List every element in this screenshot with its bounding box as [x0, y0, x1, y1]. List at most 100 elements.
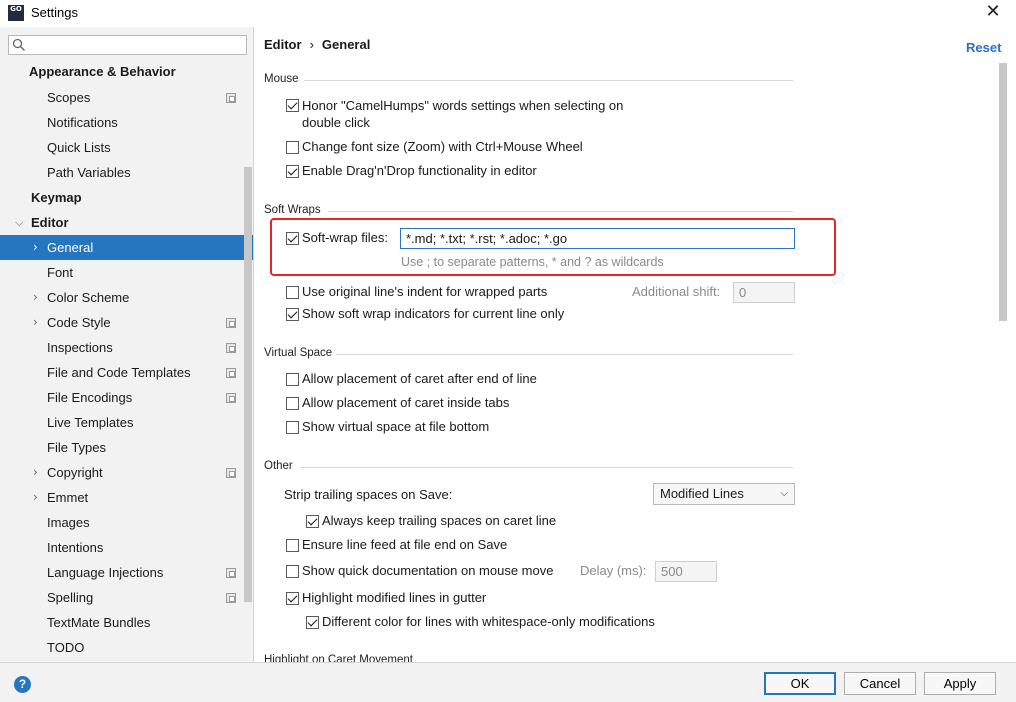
- camelhumps-label-line2: double click: [302, 115, 370, 130]
- sidebar-item-appearance-behavior[interactable]: Appearance & Behavior: [0, 59, 253, 84]
- quick-doc-checkbox[interactable]: [286, 565, 299, 578]
- sidebar-item-spelling[interactable]: Spelling: [0, 585, 253, 610]
- chevron-right-icon[interactable]: ›: [33, 485, 43, 510]
- soft-wrap-files-label: Soft-wrap files:: [302, 230, 388, 245]
- breadcrumb-current: General: [321, 37, 371, 52]
- strip-trailing-value: Modified Lines: [660, 486, 744, 501]
- sidebar-item-color-scheme[interactable]: › Color Scheme: [0, 285, 253, 310]
- sidebar-item-general[interactable]: › General: [0, 235, 253, 260]
- zoom-label: Change font size (Zoom) with Ctrl+Mouse …: [302, 139, 583, 154]
- sidebar-item-file-code-templates[interactable]: File and Code Templates: [0, 360, 253, 385]
- strip-trailing-select[interactable]: Modified Lines ⌵: [653, 483, 795, 505]
- zoom-checkbox[interactable]: [286, 141, 299, 154]
- sidebar-item-file-types[interactable]: File Types: [0, 435, 253, 460]
- keep-trailing-label: Always keep trailing spaces on caret lin…: [322, 513, 557, 528]
- line-feed-checkbox[interactable]: [286, 539, 299, 552]
- project-scope-icon: [226, 318, 236, 328]
- section-title-mouse: Mouse: [264, 73, 299, 85]
- chevron-right-icon[interactable]: ›: [33, 460, 43, 485]
- section-divider: [336, 354, 793, 355]
- sidebar-item-code-style[interactable]: › Code Style: [0, 310, 253, 335]
- highlight-modified-checkbox[interactable]: [286, 592, 299, 605]
- sidebar-item-editor[interactable]: ⌵ Editor: [0, 210, 253, 235]
- section-title-virtual-space: Virtual Space: [264, 347, 333, 359]
- caret-after-end-checkbox[interactable]: [286, 373, 299, 386]
- sidebar-item-intentions[interactable]: Intentions: [0, 535, 253, 560]
- caret-inside-tabs-checkbox[interactable]: [286, 397, 299, 410]
- goland-app-icon: GO: [8, 5, 24, 21]
- chevron-down-icon: ⌵: [780, 488, 788, 499]
- camelhumps-checkbox[interactable]: [286, 99, 299, 112]
- settings-sidebar: Appearance & Behavior Scopes Notificatio…: [0, 27, 254, 662]
- sidebar-item-todo[interactable]: TODO: [0, 635, 253, 660]
- keep-trailing-checkbox[interactable]: [306, 515, 319, 528]
- window-title: Settings: [31, 5, 78, 20]
- highlight-modified-label: Highlight modified lines in gutter: [302, 590, 487, 605]
- section-title-other: Other: [264, 460, 293, 472]
- section-title-highlight-caret: Highlight on Caret Movement: [264, 654, 413, 662]
- reset-link[interactable]: Reset: [966, 40, 1001, 55]
- project-scope-icon: [226, 368, 236, 378]
- sidebar-item-quick-lists[interactable]: Quick Lists: [0, 135, 253, 160]
- cancel-button[interactable]: Cancel: [844, 672, 916, 695]
- line-feed-label: Ensure line feed at file end on Save: [302, 537, 508, 552]
- soft-wrap-files-checkbox[interactable]: [286, 232, 299, 245]
- delay-input[interactable]: 500: [655, 561, 717, 582]
- search-icon: [12, 38, 25, 51]
- delay-label: Delay (ms):: [580, 563, 647, 578]
- additional-shift-input[interactable]: 0: [733, 282, 795, 303]
- chevron-right-icon[interactable]: ›: [33, 235, 43, 260]
- project-scope-icon: [226, 93, 236, 103]
- sidebar-item-scopes[interactable]: Scopes: [0, 85, 253, 110]
- ok-button[interactable]: OK: [764, 672, 836, 695]
- apply-button[interactable]: Apply: [924, 672, 996, 695]
- dragdrop-checkbox[interactable]: [286, 165, 299, 178]
- additional-shift-label: Additional shift:: [632, 284, 721, 299]
- sidebar-item-textmate-bundles[interactable]: TextMate Bundles: [0, 610, 253, 635]
- sidebar-item-emmet[interactable]: › Emmet: [0, 485, 253, 510]
- help-icon[interactable]: ?: [14, 676, 31, 693]
- sidebar-scrollbar[interactable]: [244, 167, 252, 602]
- original-indent-checkbox[interactable]: [286, 286, 299, 299]
- chevron-down-icon[interactable]: ⌵: [15, 210, 23, 235]
- sidebar-item-inspections[interactable]: Inspections: [0, 335, 253, 360]
- soft-wrap-indicators-checkbox[interactable]: [286, 308, 299, 321]
- search-input[interactable]: [8, 35, 247, 55]
- sidebar-item-notifications[interactable]: Notifications: [0, 110, 253, 135]
- chevron-right-icon[interactable]: ›: [33, 285, 43, 310]
- sidebar-item-keymap[interactable]: Keymap: [0, 185, 253, 210]
- sidebar-item-file-encodings[interactable]: File Encodings: [0, 385, 253, 410]
- sidebar-item-live-templates[interactable]: Live Templates: [0, 410, 253, 435]
- sidebar-item-font[interactable]: Font: [0, 260, 253, 285]
- project-scope-icon: [226, 343, 236, 353]
- sidebar-item-language-injections[interactable]: Language Injections: [0, 560, 253, 585]
- section-divider: [328, 211, 793, 212]
- breadcrumb-separator: ›: [309, 37, 314, 52]
- sidebar-item-images[interactable]: Images: [0, 510, 253, 535]
- caret-after-end-label: Allow placement of caret after end of li…: [302, 371, 537, 386]
- different-color-label: Different color for lines with whitespac…: [322, 614, 655, 629]
- sidebar-item-copyright[interactable]: › Copyright: [0, 460, 253, 485]
- virtual-space-bottom-label: Show virtual space at file bottom: [302, 419, 490, 434]
- dragdrop-label: Enable Drag'n'Drop functionality in edit…: [302, 163, 537, 178]
- sidebar-item-path-variables[interactable]: Path Variables: [0, 160, 253, 185]
- project-scope-icon: [226, 593, 236, 603]
- title-bar: GO Settings ✕: [0, 0, 1016, 27]
- virtual-space-bottom-checkbox[interactable]: [286, 421, 299, 434]
- camelhumps-label-line1: Honor "CamelHumps" words settings when s…: [302, 98, 624, 113]
- soft-wrap-files-input[interactable]: *.md; *.txt; *.rst; *.adoc; *.go: [400, 228, 795, 249]
- project-scope-icon: [226, 468, 236, 478]
- content-scrollbar[interactable]: [999, 63, 1007, 321]
- project-scope-icon: [226, 568, 236, 578]
- close-icon[interactable]: ✕: [984, 3, 1002, 21]
- different-color-checkbox[interactable]: [306, 616, 319, 629]
- section-title-soft-wraps: Soft Wraps: [264, 204, 321, 216]
- section-divider: [300, 467, 793, 468]
- soft-wrap-indicators-label: Show soft wrap indicators for current li…: [302, 306, 565, 321]
- breadcrumb-parent: Editor: [264, 37, 302, 52]
- dialog-button-bar: ? OK Cancel Apply: [0, 662, 1016, 702]
- chevron-right-icon[interactable]: ›: [33, 310, 43, 335]
- quick-doc-label: Show quick documentation on mouse move: [302, 563, 554, 578]
- soft-wrap-files-hint: Use ; to separate patterns, * and ? as w…: [401, 255, 664, 269]
- strip-trailing-label: Strip trailing spaces on Save:: [284, 487, 453, 502]
